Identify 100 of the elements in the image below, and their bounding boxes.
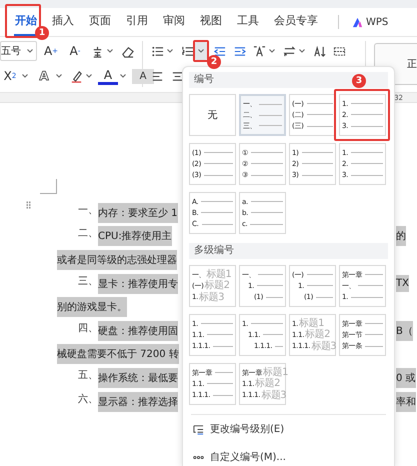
paragraph-text: 操作系统：最低要 bbox=[98, 368, 178, 388]
placeholder-line bbox=[201, 212, 233, 214]
heading-placeholder: 标题3 bbox=[199, 292, 224, 303]
placeholder-line bbox=[351, 296, 383, 298]
heading-placeholder: 标题2 bbox=[255, 378, 280, 390]
placeholder-line bbox=[204, 163, 233, 164]
text-spacing-icon[interactable] bbox=[252, 44, 266, 58]
paragraph-text: 别的游戏显卡。 bbox=[57, 297, 127, 318]
ribbon-tab[interactable]: 视图 bbox=[199, 8, 223, 36]
placeholder-line bbox=[365, 346, 383, 347]
list-number: 四、 bbox=[78, 322, 98, 336]
ribbon-tab[interactable]: 引用 bbox=[125, 8, 149, 36]
placeholder-line bbox=[204, 152, 233, 154]
list-number: 三、 bbox=[78, 274, 98, 289]
placeholder-line bbox=[263, 334, 283, 336]
list-number: 一、 bbox=[78, 204, 98, 218]
placeholder-line bbox=[207, 383, 233, 384]
ai-logo[interactable] bbox=[352, 16, 363, 28]
indent-icon[interactable] bbox=[232, 44, 246, 58]
placeholder-line bbox=[302, 163, 333, 164]
placeholder-line bbox=[250, 163, 283, 164]
list-number: 二、 bbox=[78, 227, 98, 242]
font-color-button[interactable]: A bbox=[98, 68, 118, 84]
font-tool-button[interactable]: X$^{2}$ bbox=[0, 67, 20, 85]
caret-icon[interactable] bbox=[167, 49, 173, 53]
placeholder-line bbox=[250, 174, 283, 176]
placeholder-line bbox=[365, 334, 383, 336]
swap-arrows-icon[interactable] bbox=[282, 44, 296, 58]
drag-handle-icon[interactable] bbox=[26, 201, 31, 209]
font-tool-button[interactable]: A$^{-}$ bbox=[65, 42, 85, 60]
ribbon-tab[interactable]: 会员专享 bbox=[273, 8, 319, 36]
placeholder-line bbox=[351, 174, 383, 176]
section-header: 多级编号 bbox=[189, 243, 388, 259]
heading-placeholder: 标题3 bbox=[261, 390, 286, 401]
ribbon-tab[interactable]: 开始 bbox=[14, 8, 38, 36]
align-center-icon[interactable] bbox=[170, 70, 184, 82]
ai-tab[interactable]: WPS bbox=[352, 16, 388, 28]
paragraph-text: 显示器：推荐选择 bbox=[98, 392, 178, 412]
placeholder-line bbox=[316, 296, 333, 298]
placeholder-line bbox=[204, 174, 233, 176]
placeholder-line bbox=[251, 323, 283, 324]
placeholder-line bbox=[351, 126, 383, 127]
menu-item[interactable]: 更改编号级别(E) bbox=[189, 415, 388, 443]
caret-icon[interactable] bbox=[120, 74, 126, 78]
ribbon-tab[interactable]: 插入 bbox=[51, 8, 75, 36]
placeholder-line bbox=[201, 323, 233, 324]
placeholder-line bbox=[258, 274, 283, 276]
list-number: 五、 bbox=[78, 368, 98, 383]
paragraph-text: 硬盘：推荐使用固 bbox=[98, 320, 178, 341]
paragraph-text: 的 bbox=[396, 226, 406, 246]
outdent-icon[interactable] bbox=[212, 44, 226, 58]
font-size-dropdown[interactable]: 五号 bbox=[0, 41, 37, 61]
placeholder-line bbox=[306, 114, 333, 116]
ribbon-tab[interactable]: 工具 bbox=[236, 8, 260, 36]
paragraph-text: CPU:推荐使用主 bbox=[98, 226, 172, 246]
table-icon[interactable] bbox=[332, 44, 346, 58]
heading-placeholder: 标题1 bbox=[206, 269, 232, 280]
caret-icon[interactable] bbox=[86, 74, 92, 78]
placeholder-line bbox=[307, 285, 333, 286]
list-level-icon bbox=[193, 424, 204, 434]
text-effect-button[interactable]: A bbox=[34, 67, 54, 85]
caret-icon[interactable] bbox=[56, 74, 62, 78]
placeholder-line bbox=[266, 296, 283, 298]
caret-icon[interactable] bbox=[269, 49, 275, 53]
placeholder-line bbox=[215, 372, 233, 374]
char-shading-button[interactable]: A bbox=[132, 68, 154, 84]
placeholder-line bbox=[259, 104, 282, 105]
placeholder-line bbox=[306, 103, 333, 104]
caret-icon[interactable] bbox=[107, 49, 113, 53]
heading-placeholder: 标题1 bbox=[299, 318, 324, 330]
list-number: 六、 bbox=[78, 392, 98, 407]
paragraph-text: 显卡：推荐使用专 bbox=[98, 274, 178, 294]
numbered-list-icon[interactable] bbox=[180, 44, 194, 58]
placeholder-line bbox=[302, 174, 333, 176]
ribbon-tab[interactable]: 页面 bbox=[88, 8, 112, 36]
paragraph-text: 率和 bbox=[396, 392, 416, 412]
caret-icon[interactable] bbox=[198, 49, 204, 53]
caret-icon[interactable] bbox=[27, 49, 33, 53]
placeholder-line bbox=[358, 285, 383, 286]
caret-icon[interactable] bbox=[299, 49, 305, 53]
placeholder-line bbox=[302, 152, 333, 154]
bullet-list-icon[interactable] bbox=[150, 44, 164, 58]
font-tool-button[interactable]: A$^{+}$ bbox=[41, 42, 61, 60]
callout-badge: 2 bbox=[207, 55, 221, 69]
placeholder-line bbox=[201, 201, 233, 202]
placeholder-line bbox=[213, 346, 233, 347]
numbering-style-option[interactable]: 无 bbox=[189, 94, 236, 136]
paragraph-text: 0 或 bbox=[396, 368, 416, 388]
caret-icon[interactable] bbox=[22, 74, 28, 78]
highlighter-icon[interactable] bbox=[70, 70, 82, 82]
eraser-icon[interactable] bbox=[120, 44, 134, 58]
ribbon-tab[interactable]: 审阅 bbox=[162, 8, 186, 36]
placeholder-line bbox=[351, 103, 383, 104]
placeholder-line bbox=[306, 274, 333, 276]
placeholder-line bbox=[351, 163, 383, 164]
sort-icon[interactable] bbox=[312, 44, 326, 58]
placeholder-line bbox=[257, 285, 283, 286]
paragraph-text: TX bbox=[396, 275, 409, 292]
align-left-icon[interactable] bbox=[150, 70, 164, 82]
menu-item[interactable]: 自定义编号(M)... bbox=[189, 443, 388, 466]
